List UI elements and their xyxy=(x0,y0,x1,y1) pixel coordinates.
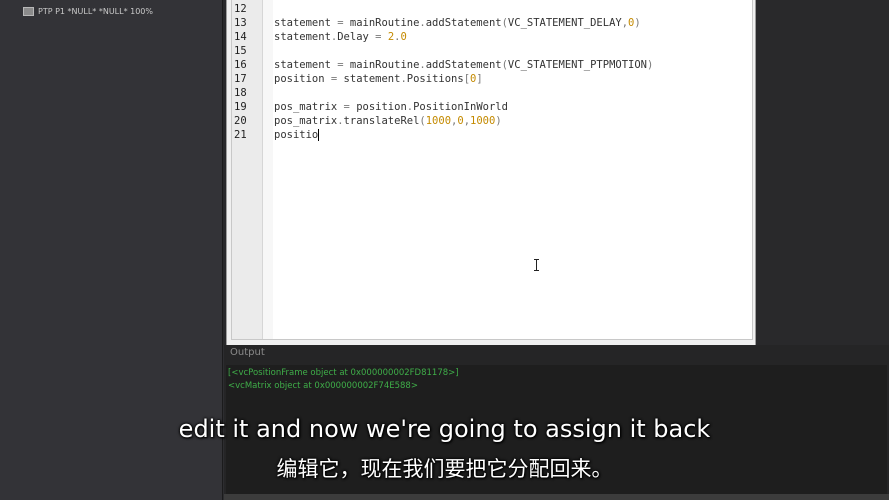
code-line[interactable]: 20 pos_matrix.translateRel(1000,0,1000) xyxy=(232,114,752,128)
python-editor-window: 12 13 statement = mainRoutine.addStatement… xyxy=(226,0,756,353)
line-number: 21 xyxy=(234,129,247,141)
code-editor[interactable]: 12 13 statement = mainRoutine.addStatement… xyxy=(231,0,753,340)
code-line[interactable]: 13 statement = mainRoutine.addStatement(V… xyxy=(232,16,752,30)
line-number: 17 xyxy=(234,73,247,85)
line-number: 13 xyxy=(234,17,247,29)
line-number: 12 xyxy=(234,3,247,15)
code-text: statement = mainRoutine.addStatement(VC_… xyxy=(274,17,641,29)
tree-item-label: PTP P1 *NULL* *NULL* 100% xyxy=(38,7,153,16)
code-line[interactable]: 12 xyxy=(232,2,752,16)
mouse-ibeam-cursor xyxy=(534,259,539,271)
code-line[interactable]: 18 xyxy=(232,86,752,100)
code-text: statement.Delay = 2.0 xyxy=(274,31,407,43)
code-line[interactable]: 17 position = statement.Positions[0] xyxy=(232,72,752,86)
code-line[interactable]: 21 positio xyxy=(232,128,752,142)
subtitle-english: edit it and now we're going to assign it… xyxy=(178,415,711,443)
line-number: 19 xyxy=(234,101,247,113)
code-line[interactable]: 16 statement = mainRoutine.addStatement(V… xyxy=(232,58,752,72)
line-number: 15 xyxy=(234,45,247,57)
output-title: Output xyxy=(230,347,265,358)
status-strip xyxy=(224,494,889,500)
subtitle-chinese: 编辑它，现在我们要把它分配回来。 xyxy=(276,457,613,481)
line-number: 18 xyxy=(234,87,247,99)
line-number: 14 xyxy=(234,31,247,43)
line-number: 16 xyxy=(234,59,247,71)
line-number: 20 xyxy=(234,115,247,127)
code-text: pos_matrix.translateRel(1000,0,1000) xyxy=(274,115,502,127)
statement-icon xyxy=(23,7,34,16)
code-line[interactable]: 15 xyxy=(232,44,752,58)
text-cursor xyxy=(318,129,320,141)
code-line[interactable]: 19 pos_matrix = position.PositionInWorld xyxy=(232,100,752,114)
output-line: [<vcPositionFrame object at 0x000000002F… xyxy=(228,368,459,378)
code-text: statement = mainRoutine.addStatement(VC_… xyxy=(274,59,654,71)
code-line[interactable]: 14 statement.Delay = 2.0 xyxy=(232,30,752,44)
code-text: position = statement.Positions[0] xyxy=(274,73,483,85)
code-text: pos_matrix = position.PositionInWorld xyxy=(274,101,508,113)
tree-item-ptp[interactable]: PTP P1 *NULL* *NULL* 100% xyxy=(23,7,153,16)
output-line: <vcMatrix object at 0x000000002F74E588> xyxy=(228,381,418,391)
code-text: positio xyxy=(274,129,319,141)
